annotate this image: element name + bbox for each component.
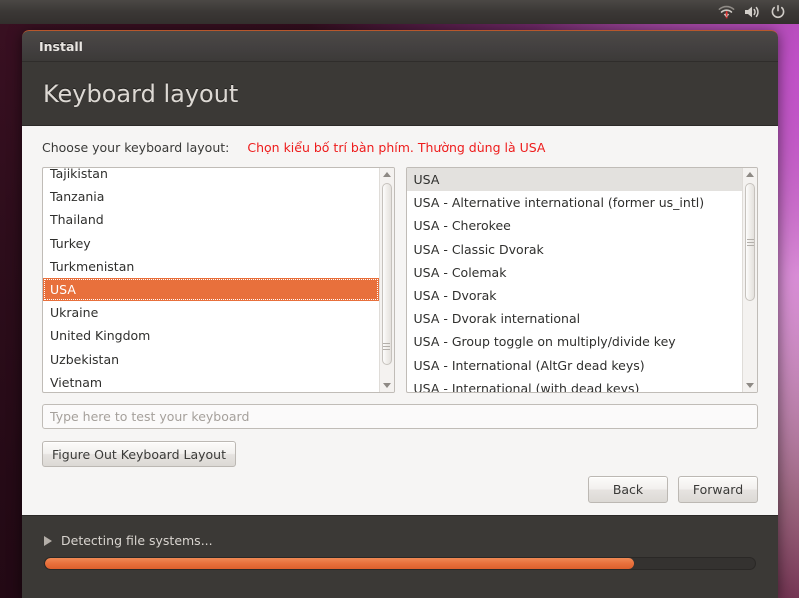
label-row: Choose your keyboard layout: Chọn kiểu b…	[42, 140, 758, 160]
list-item[interactable]: USA - International (with dead keys)	[407, 377, 743, 392]
desktop-background: Install Keyboard layout Choose your keyb…	[0, 0, 799, 598]
variant-scroll-track[interactable]	[744, 181, 756, 379]
variant-scroll-up-button[interactable]	[743, 168, 757, 181]
choose-layout-label: Choose your keyboard layout:	[42, 140, 230, 155]
list-item[interactable]: Turkmenistan	[43, 255, 379, 278]
country-scroll-up-button[interactable]	[380, 168, 394, 181]
list-item[interactable]: Ukraine	[43, 301, 379, 324]
wifi-icon[interactable]	[713, 0, 739, 24]
list-item[interactable]: USA	[43, 277, 379, 302]
progress-bar-fill	[45, 558, 635, 569]
forward-button[interactable]: Forward	[678, 476, 758, 503]
top-panel	[0, 0, 799, 24]
install-window: Install Keyboard layout Choose your keyb…	[22, 30, 778, 598]
main-content: Choose your keyboard layout: Chọn kiểu b…	[22, 125, 778, 515]
status-strip: Detecting file systems...	[22, 515, 778, 598]
window-title: Install	[39, 38, 83, 54]
list-item[interactable]: Vietnam	[43, 371, 379, 392]
variant-scrollbar[interactable]	[742, 168, 757, 392]
country-listbox[interactable]: Tajikistan Tanzania Thailand Turkey Turkmeni…	[42, 167, 395, 393]
keyboard-test-input[interactable]	[42, 404, 758, 429]
country-scroll-track[interactable]	[381, 181, 393, 379]
list-item[interactable]: USA - Cherokee	[407, 214, 743, 237]
figure-out-keyboard-layout-button[interactable]: Figure Out Keyboard Layout	[42, 441, 236, 467]
status-row[interactable]: Detecting file systems...	[44, 533, 756, 548]
status-text: Detecting file systems...	[61, 533, 213, 548]
list-item[interactable]: USA	[406, 168, 742, 192]
list-item[interactable]: Tajikistan	[43, 168, 379, 185]
power-icon[interactable]	[765, 0, 791, 24]
variant-listbox[interactable]: USA USA - Alternative international (form…	[405, 167, 758, 393]
list-item[interactable]: USA - Alternative international (former …	[407, 191, 743, 214]
vietnamese-annotation: Chọn kiểu bố trí bàn phím. Thường dùng l…	[247, 140, 546, 155]
page-title: Keyboard layout	[43, 79, 239, 108]
variant-list[interactable]: USA USA - Alternative international (form…	[406, 168, 743, 392]
window-title-bar[interactable]: Install	[22, 30, 778, 62]
progress-bar-track	[44, 557, 756, 570]
list-item[interactable]: USA - Dvorak	[407, 284, 743, 307]
list-item[interactable]: Thailand	[43, 208, 379, 231]
list-item[interactable]: Tanzania	[43, 185, 379, 208]
country-scroll-thumb[interactable]	[381, 183, 392, 365]
back-button[interactable]: Back	[588, 476, 668, 503]
expander-triangle-icon[interactable]	[44, 535, 52, 546]
page-header: Keyboard layout	[22, 62, 778, 125]
list-item[interactable]: United Kingdom	[43, 324, 379, 347]
list-item[interactable]: USA - Group toggle on multiply/divide ke…	[407, 330, 743, 353]
country-list[interactable]: Tajikistan Tanzania Thailand Turkey Turkmeni…	[43, 168, 379, 392]
volume-icon[interactable]	[739, 0, 765, 24]
variant-scroll-down-button[interactable]	[743, 379, 757, 392]
list-item[interactable]: USA - International (AltGr dead keys)	[407, 354, 743, 377]
country-scroll-down-button[interactable]	[380, 379, 394, 392]
navigation-buttons: Back Forward	[588, 476, 758, 503]
list-item[interactable]: USA - Dvorak international	[407, 307, 743, 330]
layout-selector: Tajikistan Tanzania Thailand Turkey Turkmeni…	[42, 167, 758, 393]
list-item[interactable]: USA - Colemak	[407, 261, 743, 284]
variant-scroll-thumb[interactable]	[745, 183, 755, 301]
list-item[interactable]: Uzbekistan	[43, 348, 379, 371]
list-item[interactable]: USA - Classic Dvorak	[407, 238, 743, 261]
country-scrollbar[interactable]	[378, 168, 394, 392]
list-item[interactable]: Turkey	[43, 232, 379, 255]
